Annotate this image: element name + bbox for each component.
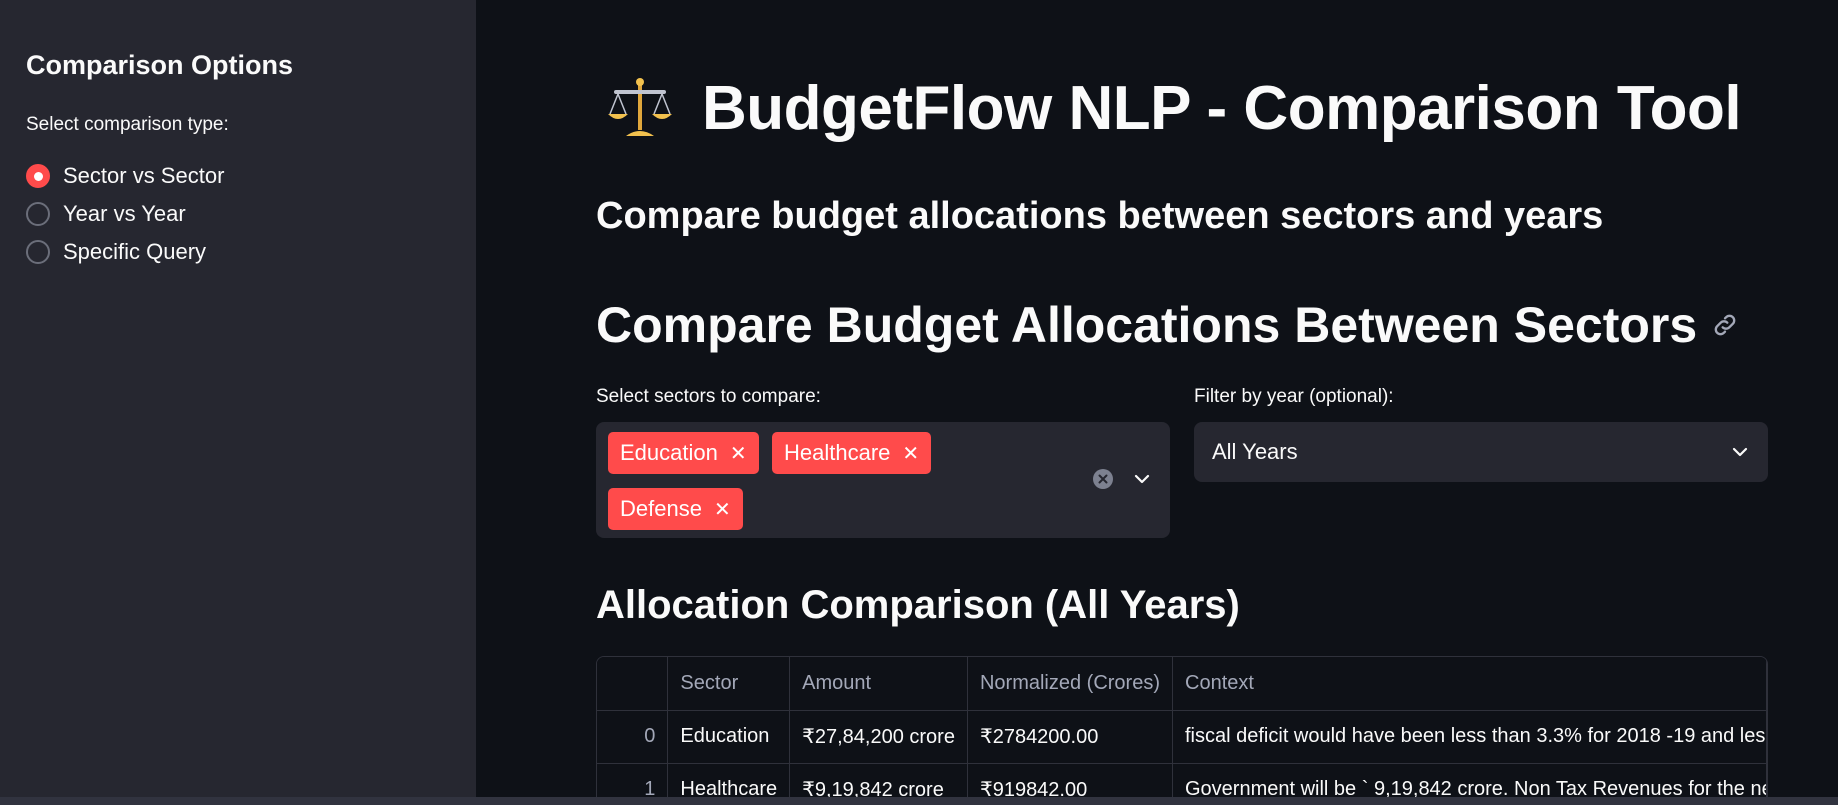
section-heading-row: Compare Budget Allocations Between Secto… (596, 296, 1739, 354)
sidebar-title: Comparison Options (26, 50, 294, 80)
allocation-table: Sector Amount Normalized (Crores) Contex… (597, 657, 1767, 804)
cell-sector[interactable]: Education (667, 710, 791, 764)
radio-specific-query[interactable]: Specific Query (26, 233, 224, 271)
year-filter-select[interactable]: All Years (1194, 422, 1768, 482)
cell-context[interactable]: fiscal deficit would have been less than… (1172, 710, 1767, 764)
radio-checked-icon (26, 164, 50, 188)
column-header-amount[interactable]: Amount (789, 657, 968, 711)
section-title: Compare Budget Allocations Between Secto… (596, 297, 1698, 353)
remove-chip-icon[interactable]: ✕ (714, 497, 731, 522)
table-row[interactable]: 0 Education ₹27,84,200 crore ₹2784200.00… (597, 710, 1767, 764)
main-content: BudgetFlow NLP - Comparison Tool Compare… (476, 0, 1838, 805)
radio-year-vs-year[interactable]: Year vs Year (26, 195, 224, 233)
radio-unchecked-icon (26, 202, 50, 226)
sectors-label: Select sectors to compare: (596, 386, 821, 407)
column-header-sector[interactable]: Sector (667, 657, 791, 711)
app: Comparison Options Select comparison typ… (0, 0, 1838, 805)
radio-unchecked-icon (26, 240, 50, 264)
column-header-normalized[interactable]: Normalized (Crores) (967, 657, 1174, 711)
column-header-index[interactable] (597, 657, 669, 711)
sector-chip-defense[interactable]: Defense ✕ (608, 488, 743, 530)
year-filter-label: Filter by year (optional): (1194, 386, 1394, 407)
comparison-type-label: Select comparison type: (26, 114, 229, 135)
sector-chip-education[interactable]: Education ✕ (608, 432, 759, 474)
sidebar: Comparison Options Select comparison typ… (0, 0, 476, 805)
column-header-context[interactable]: Context (1172, 657, 1767, 711)
radio-label: Sector vs Sector (63, 163, 225, 188)
radio-sector-vs-sector[interactable]: Sector vs Sector (26, 157, 224, 195)
page-title: BudgetFlow NLP - Comparison Tool (702, 73, 1742, 143)
chevron-down-icon[interactable] (1133, 470, 1151, 488)
clear-all-icon[interactable] (1093, 469, 1113, 489)
radio-label: Year vs Year (63, 201, 186, 226)
page-subtitle: Compare budget allocations between secto… (596, 195, 1604, 237)
horizontal-scrollbar[interactable] (0, 797, 1838, 805)
remove-chip-icon[interactable]: ✕ (730, 441, 747, 466)
title-row: BudgetFlow NLP - Comparison Tool (604, 72, 1742, 144)
sector-chip-healthcare[interactable]: Healthcare ✕ (772, 432, 932, 474)
sectors-multiselect[interactable]: Education ✕ Healthcare ✕ Defense ✕ (596, 422, 1170, 538)
year-filter-value: All Years (1212, 439, 1298, 464)
balance-scale-icon (608, 78, 672, 136)
chip-label: Education (620, 440, 718, 465)
radio-label: Specific Query (63, 239, 207, 264)
remove-chip-icon[interactable]: ✕ (902, 441, 919, 466)
comparison-type-radio-group: Sector vs Sector Year vs Year Specific Q… (26, 157, 224, 271)
cell-index[interactable]: 0 (597, 710, 669, 764)
chip-label: Defense (620, 496, 702, 521)
allocation-table-container[interactable]: Sector Amount Normalized (Crores) Contex… (596, 656, 1768, 805)
anchor-link-icon[interactable] (1711, 311, 1739, 339)
chip-label: Healthcare (784, 440, 891, 465)
cell-amount[interactable]: ₹27,84,200 crore (789, 710, 968, 764)
chevron-down-icon[interactable] (1731, 443, 1749, 461)
cell-normalized[interactable]: ₹2784200.00 (967, 710, 1174, 764)
table-header-row: Sector Amount Normalized (Crores) Contex… (597, 657, 1767, 711)
table-title: Allocation Comparison (All Years) (596, 583, 1240, 627)
